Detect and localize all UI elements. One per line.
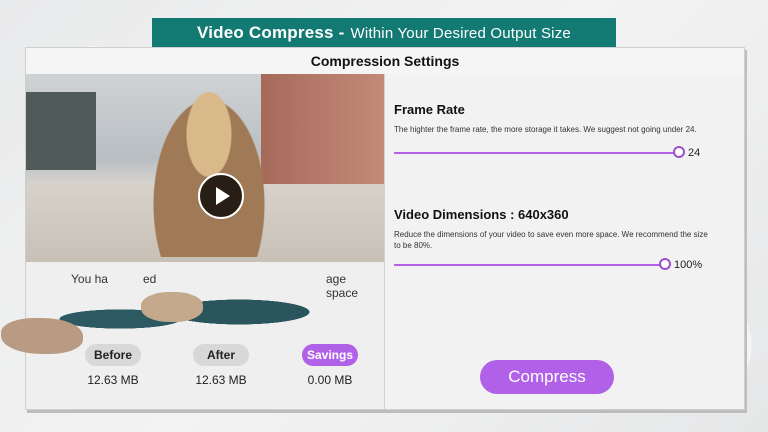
frame-rate-value: 24 — [688, 147, 701, 159]
frame-rate-slider[interactable] — [394, 152, 678, 154]
play-button[interactable] — [198, 173, 244, 219]
savings-value: 0.00 MB — [307, 373, 353, 387]
video-building — [261, 74, 384, 184]
dimensions-description: Reduce the dimensions of your video to s… — [394, 230, 708, 250]
person-shoe-right — [141, 292, 203, 322]
preview-pane: You ha ed age space Before 12.63 MB Afte… — [1, 74, 385, 409]
video-dumpster — [26, 92, 96, 170]
video-person — [144, 82, 274, 257]
before-value: 12.63 MB — [87, 373, 139, 387]
compress-button[interactable]: Compress — [480, 360, 614, 394]
after-value: 12.63 MB — [195, 373, 247, 387]
before-badge: Before — [85, 344, 141, 366]
dimensions-slider-handle[interactable] — [659, 258, 671, 270]
frame-rate-title: Frame Rate — [394, 102, 465, 117]
banner-dash: - — [338, 23, 345, 42]
banner-title: Video Compress — [197, 23, 334, 42]
play-icon — [216, 187, 230, 205]
dimensions-title: Video Dimensions : 640x360 — [394, 207, 569, 222]
frame-rate-slider-handle[interactable] — [673, 146, 685, 158]
window-title: Compression Settings — [26, 48, 744, 75]
dimensions-slider[interactable] — [394, 264, 664, 266]
after-badge: After — [193, 344, 249, 366]
banner-subtitle: Within Your Desired Output Size — [350, 24, 571, 42]
frame-rate-description: The highter the frame rate, the more sto… — [394, 125, 697, 134]
person-shoe-left — [1, 318, 83, 354]
video-preview[interactable] — [26, 74, 384, 262]
savings-badge: Savings — [302, 344, 358, 366]
page-banner: Video Compress - Within Your Desired Out… — [152, 18, 616, 48]
dimensions-value: 100% — [674, 259, 703, 271]
compression-window: Compression Settings You ha ed age space… — [1, 47, 745, 410]
settings-pane: Frame Rate The highter the frame rate, t… — [385, 74, 744, 409]
